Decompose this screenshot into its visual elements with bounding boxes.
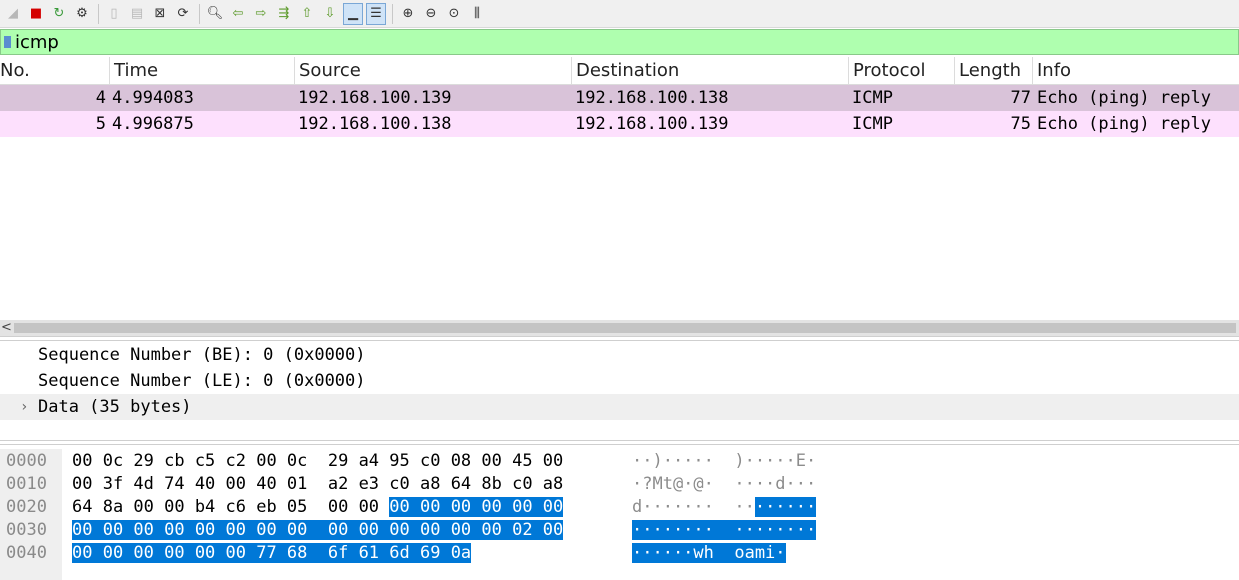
display-filter-bar <box>0 29 1239 55</box>
resize-columns-icon[interactable]: ⫼ <box>467 3 487 25</box>
byte-offset: 0000 <box>6 451 47 471</box>
packet-length: 77 <box>1010 88 1031 108</box>
bytes-row: 0010 00 3f 4d 74 40 00 40 01 a2 e3 c0 a8… <box>0 473 1239 496</box>
packet-no: 5 <box>95 114 106 134</box>
hex-bytes[interactable]: 00 00 00 00 00 00 00 00 00 00 00 00 00 0… <box>72 519 564 542</box>
packet-time: 4.996875 <box>112 114 194 134</box>
packet-info: Echo (ping) reply <box>1037 88 1211 108</box>
ascii-bytes[interactable]: d······· ········ <box>632 496 817 519</box>
detail-text: Sequence Number (LE): 0 (0x0000) <box>38 371 366 391</box>
colorize-icon[interactable]: ☰ <box>366 2 386 25</box>
display-filter-input[interactable] <box>13 31 1213 53</box>
save-file-icon[interactable]: ▤ <box>127 3 147 25</box>
ascii-bytes[interactable]: ········ ········ <box>632 519 817 542</box>
zoom-in-icon[interactable]: ⊕ <box>398 3 418 25</box>
ascii-bytes[interactable]: ·?Mt@·@· ····d··· <box>632 473 816 496</box>
packet-row[interactable]: 5 4.996875 192.168.100.138 192.168.100.1… <box>0 111 1239 137</box>
go-to-packet-icon[interactable]: ⇶ <box>274 3 294 25</box>
packet-source: 192.168.100.138 <box>298 114 452 134</box>
packet-info: Echo (ping) reply <box>1037 114 1211 134</box>
packet-source: 192.168.100.139 <box>298 88 452 108</box>
hex-bytes[interactable]: 00 00 00 00 00 00 77 68 6f 61 6d 69 0a <box>72 542 472 565</box>
main-toolbar: ◢ ■ ↻ ⚙ ▯ ▤ ⊠ ⟳ 🔍︎ ⇦ ⇨ ⇶ ⇧ ⇩ ▁ ☰ ⊕ ⊖ ⊙ ⫼ <box>0 0 1239 28</box>
ascii-bytes[interactable]: ······wh oami· <box>632 542 786 565</box>
toolbar-separator <box>199 3 200 24</box>
detail-row[interactable]: Sequence Number (BE): 0 (0x0000) <box>0 342 1239 368</box>
packet-list-horizontal-scrollbar[interactable]: < <box>0 320 1239 336</box>
stop-capture-icon[interactable]: ■ <box>26 3 46 25</box>
packet-row[interactable]: 4 4.994083 192.168.100.139 192.168.100.1… <box>0 85 1239 111</box>
pane-splitter[interactable] <box>0 336 1239 341</box>
pane-splitter[interactable] <box>0 440 1239 445</box>
detail-row[interactable]: Sequence Number (LE): 0 (0x0000) <box>0 368 1239 394</box>
byte-offset: 0040 <box>6 543 47 563</box>
packet-no: 4 <box>95 88 106 108</box>
find-packet-icon[interactable]: 🔍︎ <box>205 3 225 25</box>
byte-offset: 0030 <box>6 520 47 540</box>
reload-file-icon[interactable]: ⟳ <box>173 3 193 25</box>
toolbar-separator <box>392 3 393 24</box>
capture-options-icon[interactable]: ⚙ <box>72 3 92 25</box>
open-file-icon[interactable]: ▯ <box>104 3 124 25</box>
restart-capture-icon[interactable]: ↻ <box>49 3 69 25</box>
filter-bookmark-icon[interactable] <box>1 31 13 53</box>
go-forward-icon[interactable]: ⇨ <box>251 3 271 25</box>
detail-text: Data (35 bytes) <box>38 397 192 417</box>
column-header-no[interactable]: No. <box>0 57 110 85</box>
packet-protocol: ICMP <box>852 114 893 134</box>
auto-scroll-icon[interactable]: ▁ <box>343 2 363 25</box>
column-header-source[interactable]: Source <box>295 57 572 85</box>
column-header-length[interactable]: Length <box>955 57 1033 85</box>
column-header-time[interactable]: Time <box>110 57 295 85</box>
detail-text: Sequence Number (BE): 0 (0x0000) <box>38 345 366 365</box>
packet-list-header: No. Time Source Destination Protocol Len… <box>0 57 1239 85</box>
close-file-icon[interactable]: ⊠ <box>150 3 170 25</box>
scrollbar-thumb[interactable] <box>14 323 1236 333</box>
packet-length: 75 <box>1010 114 1031 134</box>
hex-bytes[interactable]: 64 8a 00 00 b4 c6 eb 05 00 00 00 00 00 0… <box>72 496 564 519</box>
bytes-row: 0040 00 00 00 00 00 00 77 68 6f 61 6d 69… <box>0 542 1239 565</box>
normal-size-icon[interactable]: ⊙ <box>444 3 464 25</box>
ascii-bytes[interactable]: ··)····· )·····E· <box>632 450 816 473</box>
byte-offset: 0020 <box>6 497 47 517</box>
bytes-row: 0000 00 0c 29 cb c5 c2 00 0c 29 a4 95 c0… <box>0 450 1239 473</box>
go-back-icon[interactable]: ⇦ <box>228 3 248 25</box>
hex-bytes[interactable]: 00 0c 29 cb c5 c2 00 0c 29 a4 95 c0 08 0… <box>72 450 563 473</box>
first-packet-icon[interactable]: ⇧ <box>297 3 317 25</box>
hex-bytes[interactable]: 00 3f 4d 74 40 00 40 01 a2 e3 c0 a8 64 8… <box>72 473 563 496</box>
bytes-row: 0020 64 8a 00 00 b4 c6 eb 05 00 00 00 00… <box>0 496 1239 519</box>
column-header-info[interactable]: Info <box>1033 57 1239 85</box>
packet-time: 4.994083 <box>112 88 194 108</box>
packet-destination: 192.168.100.139 <box>575 114 729 134</box>
column-header-destination[interactable]: Destination <box>572 57 849 85</box>
detail-row-selected[interactable]: › Data (35 bytes) <box>0 394 1239 420</box>
zoom-out-icon[interactable]: ⊖ <box>421 3 441 25</box>
toolbar-separator <box>98 3 99 24</box>
byte-offset: 0010 <box>6 474 47 494</box>
packet-protocol: ICMP <box>852 88 893 108</box>
column-header-protocol[interactable]: Protocol <box>849 57 955 85</box>
last-packet-icon[interactable]: ⇩ <box>320 3 340 25</box>
packet-destination: 192.168.100.138 <box>575 88 729 108</box>
scroll-left-icon[interactable]: < <box>1 320 12 336</box>
chevron-right-icon[interactable]: › <box>20 394 28 420</box>
packet-bytes-pane: 0000 00 0c 29 cb c5 c2 00 0c 29 a4 95 c0… <box>0 449 1239 580</box>
shark-fin-start-icon[interactable]: ◢ <box>3 3 23 25</box>
bytes-row: 0030 00 00 00 00 00 00 00 00 00 00 00 00… <box>0 519 1239 542</box>
